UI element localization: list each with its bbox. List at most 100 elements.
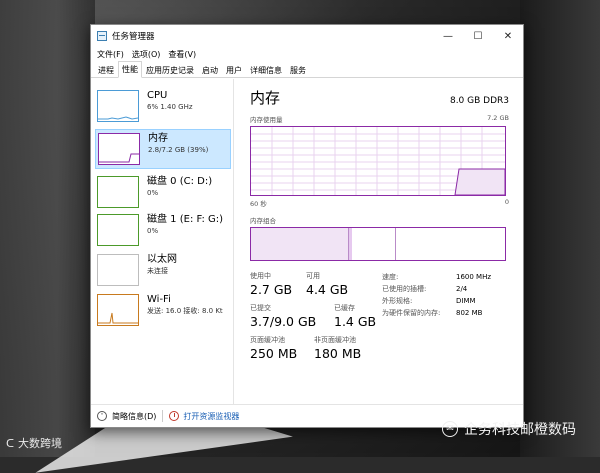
chevron-up-icon[interactable]: ˄ [97, 411, 107, 421]
detail-value: 1600 MHz [456, 273, 492, 281]
detail-row: 已使用的插槽: 2/4 [382, 283, 491, 295]
watermark-left: ᑕ 大数跨境 [6, 435, 62, 451]
sidebar-item-label: 以太网 [147, 254, 177, 265]
maximize-button[interactable]: ☐ [463, 25, 493, 47]
sidebar-item-label: CPU [147, 90, 168, 101]
watermark-logo-icon: ᑕ [6, 436, 15, 450]
window-title: 任务管理器 [112, 32, 155, 42]
tab-users[interactable]: 用户 [222, 62, 246, 78]
graph-time-label: 60 秒 [250, 200, 267, 208]
sidebar-item-disk-0[interactable]: 磁盘 0 (C: D:) 0% [95, 173, 231, 213]
tab-bar: 进程 性能 应用历史记录 启动 用户 详细信息 服务 [91, 61, 523, 78]
menu-options[interactable]: 选项(O) [132, 49, 161, 60]
task-manager-window: 任务管理器 — ☐ ✕ 文件(F) 选项(O) 查看(V) 进程 性能 应用历史… [90, 24, 524, 428]
background-right-panel [520, 0, 600, 457]
sidebar-item-wifi[interactable]: Wi-Fi 发送: 16.0 接收: 8.0 Kt [95, 291, 231, 331]
memory-usage-graph-svg [251, 127, 506, 196]
sidebar-item-value: 0% [147, 227, 159, 235]
stat-cached: 已缓存 1.4 GB [334, 303, 376, 329]
memory-usage-graph [250, 126, 506, 196]
resource-monitor-icon [169, 411, 180, 421]
stat-value: 3.7/9.0 GB [250, 314, 317, 329]
stat-value: 180 MB [314, 346, 362, 361]
sidebar-item-cpu[interactable]: CPU 6% 1.40 GHz [95, 87, 231, 127]
task-manager-icon [97, 31, 107, 41]
memory-composition-bar [250, 227, 506, 261]
composition-label: 内存组合 [250, 217, 276, 225]
memory-thumbnail [98, 133, 140, 165]
tab-processes[interactable]: 进程 [94, 62, 118, 78]
detail-row: 速度: 1600 MHz [382, 271, 491, 283]
disk1-thumbnail [97, 214, 139, 246]
tab-details[interactable]: 详细信息 [246, 62, 286, 78]
stat-label: 页面缓冲池 [250, 336, 285, 344]
stat-paged-pool: 页面缓冲池 250 MB [250, 335, 297, 361]
page-title: 内存 [250, 89, 281, 107]
memory-spec: 8.0 GB DDR3 [449, 96, 509, 106]
stat-available: 可用 4.4 GB [306, 271, 348, 297]
watermark-left-text: 大数跨境 [18, 437, 63, 450]
performance-content: CPU 6% 1.40 GHz 内存 2.8/7.2 GB (39%) 磁盘 0… [91, 79, 523, 405]
stat-label: 可用 [306, 272, 320, 280]
graph-max-label: 7.2 GB [487, 114, 509, 122]
sidebar-item-memory[interactable]: 内存 2.8/7.2 GB (39%) [95, 129, 231, 169]
background-stripe [0, 0, 95, 457]
sidebar-item-value: 未连接 [147, 267, 168, 275]
sidebar-item-value: 2.8/7.2 GB (39%) [148, 146, 209, 154]
tab-performance[interactable]: 性能 [118, 61, 142, 78]
menu-bar: 文件(F) 选项(O) 查看(V) [91, 47, 523, 61]
sidebar-item-ethernet[interactable]: 以太网 未连接 [95, 251, 231, 291]
sidebar-item-disk-1[interactable]: 磁盘 1 (E: F: G:) 0% [95, 211, 231, 251]
stat-nonpaged-pool: 非页面缓冲池 180 MB [314, 335, 361, 361]
memory-detail-panel: 内存 8.0 GB DDR3 内存使用量 7.2 GB 60 秒 0 内存组合 … [234, 79, 523, 405]
graph-min-label: 0 [504, 198, 509, 206]
detail-key: 外形规格: [382, 297, 413, 305]
tab-startup[interactable]: 启动 [198, 62, 222, 78]
disk0-thumbnail [97, 176, 139, 208]
memory-stats: 使用中 2.7 GB 可用 4.4 GB 已提交 3.7/9.0 GB 已缓存 … [250, 271, 509, 367]
stat-value: 4.4 GB [306, 282, 349, 297]
fewer-details-link[interactable]: 简略信息(D) [112, 411, 156, 422]
title-bar[interactable]: 任务管理器 — ☐ ✕ [91, 25, 523, 47]
detail-key: 速度: [382, 273, 399, 281]
graph-label: 内存使用量 [250, 116, 283, 124]
composition-free [396, 228, 505, 260]
stat-label: 已提交 [250, 304, 271, 312]
sidebar-item-value: 6% 1.40 GHz [147, 103, 193, 111]
sidebar-item-label: 磁盘 1 (E: F: G:) [147, 214, 224, 225]
menu-view[interactable]: 查看(V) [168, 49, 196, 60]
footer-separator [162, 410, 164, 422]
wifi-thumbnail [97, 294, 139, 326]
detail-value: 2/4 [456, 285, 468, 293]
composition-in-use [251, 228, 349, 260]
watermark-right-text: 企务科技邮橙数码 [464, 422, 576, 438]
menu-file[interactable]: 文件(F) [97, 49, 124, 60]
sidebar-item-label: Wi-Fi [147, 294, 171, 305]
watermark-right: ✉ 企务科技邮橙数码 [442, 419, 576, 439]
sidebar-item-value: 0% [147, 189, 159, 197]
memory-details-table: 速度: 1600 MHz 已使用的插槽: 2/4 外形规格: DIMM 为硬件保… [382, 271, 491, 319]
composition-standby [352, 228, 396, 260]
detail-value: 802 MB [456, 309, 483, 317]
open-resource-monitor-link[interactable]: 打开资源监视器 [183, 411, 239, 422]
sidebar-item-value: 发送: 16.0 接收: 8.0 Kt [147, 307, 223, 315]
ethernet-thumbnail [97, 254, 139, 286]
sidebar-item-label: 磁盘 0 (C: D:) [147, 176, 213, 187]
stat-value: 1.4 GB [334, 314, 377, 329]
stat-value: 250 MB [250, 346, 298, 361]
detail-row: 为硬件保留的内存: 802 MB [382, 307, 491, 319]
window-controls: — ☐ ✕ [433, 25, 523, 47]
tab-services[interactable]: 服务 [286, 62, 310, 78]
stat-label: 非页面缓冲池 [314, 336, 356, 344]
resource-sidebar: CPU 6% 1.40 GHz 内存 2.8/7.2 GB (39%) 磁盘 0… [91, 79, 234, 405]
detail-row: 外形规格: DIMM [382, 295, 491, 307]
stat-label: 已缓存 [334, 304, 355, 312]
minimize-button[interactable]: — [433, 25, 463, 47]
cpu-thumbnail [97, 90, 139, 122]
detail-value: DIMM [456, 297, 476, 305]
stat-in-use: 使用中 2.7 GB [250, 271, 292, 297]
stat-value: 2.7 GB [250, 282, 293, 297]
tab-app-history[interactable]: 应用历史记录 [142, 62, 198, 78]
close-button[interactable]: ✕ [493, 25, 523, 47]
detail-key: 已使用的插槽: [382, 285, 427, 293]
